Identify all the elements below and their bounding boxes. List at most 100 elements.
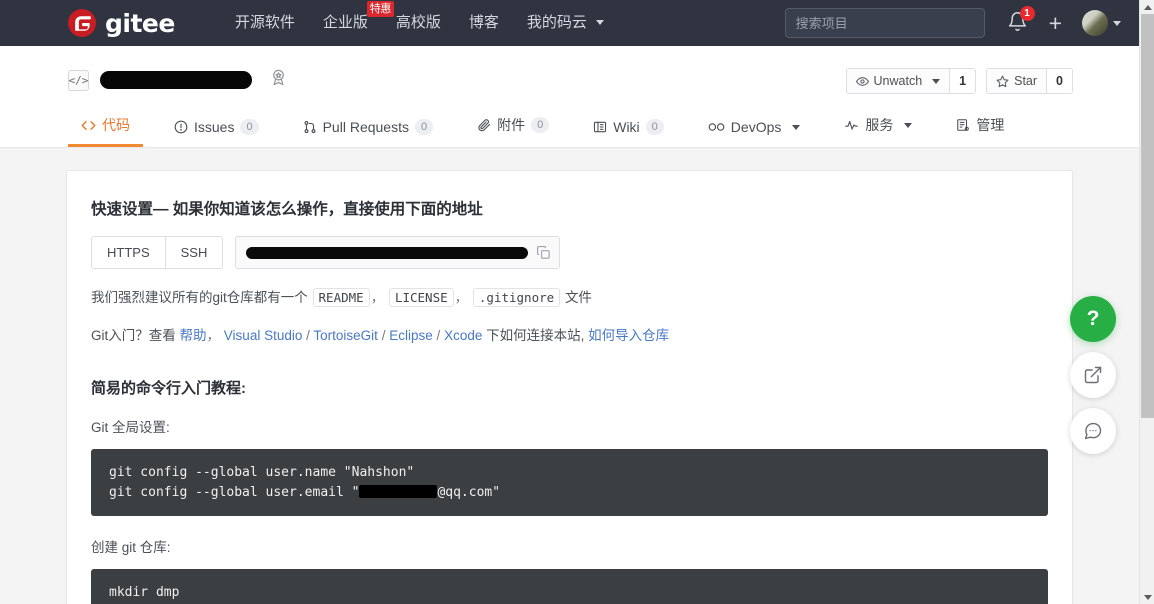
star-button[interactable]: Star	[987, 69, 1046, 93]
nav-link-label: 我的码云	[527, 14, 587, 31]
notifications-button[interactable]: 1	[1007, 11, 1029, 35]
tab-issues[interactable]: Issues 0	[161, 119, 272, 147]
copy-icon[interactable]	[536, 245, 551, 260]
gitee-wordmark: gitee	[105, 11, 175, 36]
tab-manage[interactable]: 管理	[943, 115, 1017, 147]
page-scrollbar[interactable]	[1139, 0, 1154, 604]
nav-link-blog[interactable]: 博客	[455, 0, 513, 46]
chevron-down-icon	[596, 20, 604, 25]
tab-label: Pull Requests	[323, 119, 409, 135]
paperclip-icon	[477, 118, 491, 132]
pull-request-icon	[303, 120, 317, 134]
gitignore-chip: .gitignore	[473, 288, 560, 307]
nav-link-label: 博客	[469, 14, 499, 31]
create-new-button[interactable]: +	[1049, 12, 1062, 35]
clone-url-redacted	[246, 247, 528, 259]
quick-setup-inner: 快速设置— 如果你知道该怎么操作，直接使用下面的地址 HTTPS SSH	[67, 197, 1072, 436]
tab-label: DevOps	[731, 119, 782, 135]
tutorial-caption-create-repo: 创建 git 仓库:	[91, 536, 1048, 556]
gitee-logo-link[interactable]: gitee	[68, 9, 175, 37]
chevron-down-icon	[1113, 21, 1121, 26]
license-chip: LICENSE	[389, 288, 454, 307]
help-comma: ，	[207, 328, 221, 343]
user-menu[interactable]	[1082, 10, 1121, 36]
tab-label: 服务	[865, 115, 893, 135]
link-help[interactable]: 帮助	[180, 328, 207, 343]
protocol-https-button[interactable]: HTTPS	[92, 237, 165, 268]
nav-link-my-gitee[interactable]: 我的码云	[513, 0, 618, 46]
quick-setup-card: 快速设置— 如果你知道该怎么操作，直接使用下面的地址 HTTPS SSH	[66, 170, 1073, 604]
top-nav-right: 1 +	[785, 0, 1121, 46]
pulse-icon	[844, 118, 859, 132]
nav-link-enterprise[interactable]: 企业版 特惠	[309, 0, 382, 46]
repository-actions: Unwatch 1 Star 0	[846, 68, 1073, 94]
tab-devops[interactable]: DevOps	[695, 119, 814, 147]
clone-row: HTTPS SSH	[91, 236, 1048, 269]
star-label: Star	[1014, 74, 1037, 88]
tab-label: Wiki	[613, 119, 639, 135]
protocol-ssh-button[interactable]: SSH	[165, 237, 223, 268]
tutorial-create-repo: 创建 git 仓库:	[67, 536, 1072, 556]
clone-url-field[interactable]	[235, 236, 560, 269]
help-lead: Git入门？查看	[91, 328, 176, 343]
code-icon	[81, 118, 96, 133]
help-mid: 下如何连接本站,	[486, 328, 584, 343]
tab-code[interactable]: 代码	[68, 115, 143, 147]
search-input[interactable]	[785, 8, 985, 38]
code-block-global-config[interactable]: git config --global user.name "Nahshon" …	[91, 449, 1048, 516]
link-import-repo[interactable]: 如何导入仓库	[588, 328, 669, 343]
help-sep-3: /	[437, 328, 441, 343]
chevron-down-icon	[904, 123, 912, 128]
code-line-email-prefix: git config --global user.email "	[109, 485, 359, 500]
chevron-down-icon	[792, 125, 800, 130]
star-count[interactable]: 0	[1046, 69, 1072, 93]
share-external-icon	[1083, 365, 1103, 385]
watch-button-group: Unwatch 1	[846, 68, 977, 94]
help-button[interactable]: ?	[1070, 296, 1116, 342]
chevron-down-icon	[932, 79, 940, 84]
chip-sep-2: ，	[455, 290, 469, 305]
repository-tabs: 代码 Issues 0	[0, 102, 1017, 147]
scrollbar-thumb[interactable]	[1141, 14, 1154, 418]
code-line-username: git config --global user.name "Nahshon"	[109, 465, 414, 480]
link-tortoisegit[interactable]: TortoiseGit	[313, 328, 378, 343]
tutorial-title: 简易的命令行入门教程:	[91, 377, 1048, 398]
link-xcode[interactable]: Xcode	[444, 328, 482, 343]
link-eclipse[interactable]: Eclipse	[389, 328, 433, 343]
notification-count-badge: 1	[1020, 6, 1035, 21]
tab-label: Issues	[194, 119, 234, 135]
book-icon	[593, 120, 607, 134]
nav-link-opensource[interactable]: 开源软件	[221, 0, 309, 46]
unwatch-label: Unwatch	[874, 74, 923, 88]
page-root: gitee 开源软件 企业版 特惠 高校版 博客 我的码云	[0, 0, 1139, 604]
watch-count[interactable]: 1	[949, 69, 975, 93]
tab-wiki[interactable]: Wiki 0	[580, 119, 677, 147]
issue-icon	[174, 120, 188, 134]
code-block-create-repo[interactable]: mkdir dmp cd dmp git init touch README.m…	[91, 569, 1048, 604]
tab-service[interactable]: 服务	[831, 115, 925, 147]
nav-link-label: 开源软件	[235, 14, 295, 31]
feedback-button[interactable]	[1070, 408, 1116, 454]
tab-count: 0	[240, 119, 258, 135]
unwatch-button[interactable]: Unwatch	[847, 69, 950, 93]
nav-link-label: 企业版	[323, 14, 368, 31]
eye-icon	[856, 75, 869, 88]
tab-count: 0	[646, 119, 664, 135]
infinity-icon	[708, 120, 725, 134]
nav-link-label: 高校版	[396, 14, 441, 31]
scroll-down-arrow[interactable]	[1140, 590, 1154, 604]
nav-link-education[interactable]: 高校版	[382, 0, 455, 46]
help-sep-2: /	[382, 328, 386, 343]
share-button[interactable]	[1070, 352, 1116, 398]
link-visual-studio[interactable]: Visual Studio	[224, 328, 303, 343]
tab-pull-requests[interactable]: Pull Requests 0	[290, 119, 447, 147]
tab-attachments[interactable]: 附件 0	[464, 115, 562, 147]
readme-chip: README	[313, 288, 370, 307]
browser-viewport: gitee 开源软件 企业版 特惠 高校版 博客 我的码云	[0, 0, 1154, 604]
code-line-email-suffix: @qq.com"	[437, 485, 500, 500]
global-top-nav: gitee 开源软件 企业版 特惠 高校版 博客 我的码云	[0, 0, 1139, 46]
email-redacted	[359, 485, 437, 498]
floating-action-buttons: ?	[1070, 296, 1116, 454]
scroll-up-arrow[interactable]	[1140, 0, 1154, 14]
git-help-line: Git入门？查看 帮助， Visual Studio / TortoiseGit…	[91, 325, 1048, 347]
